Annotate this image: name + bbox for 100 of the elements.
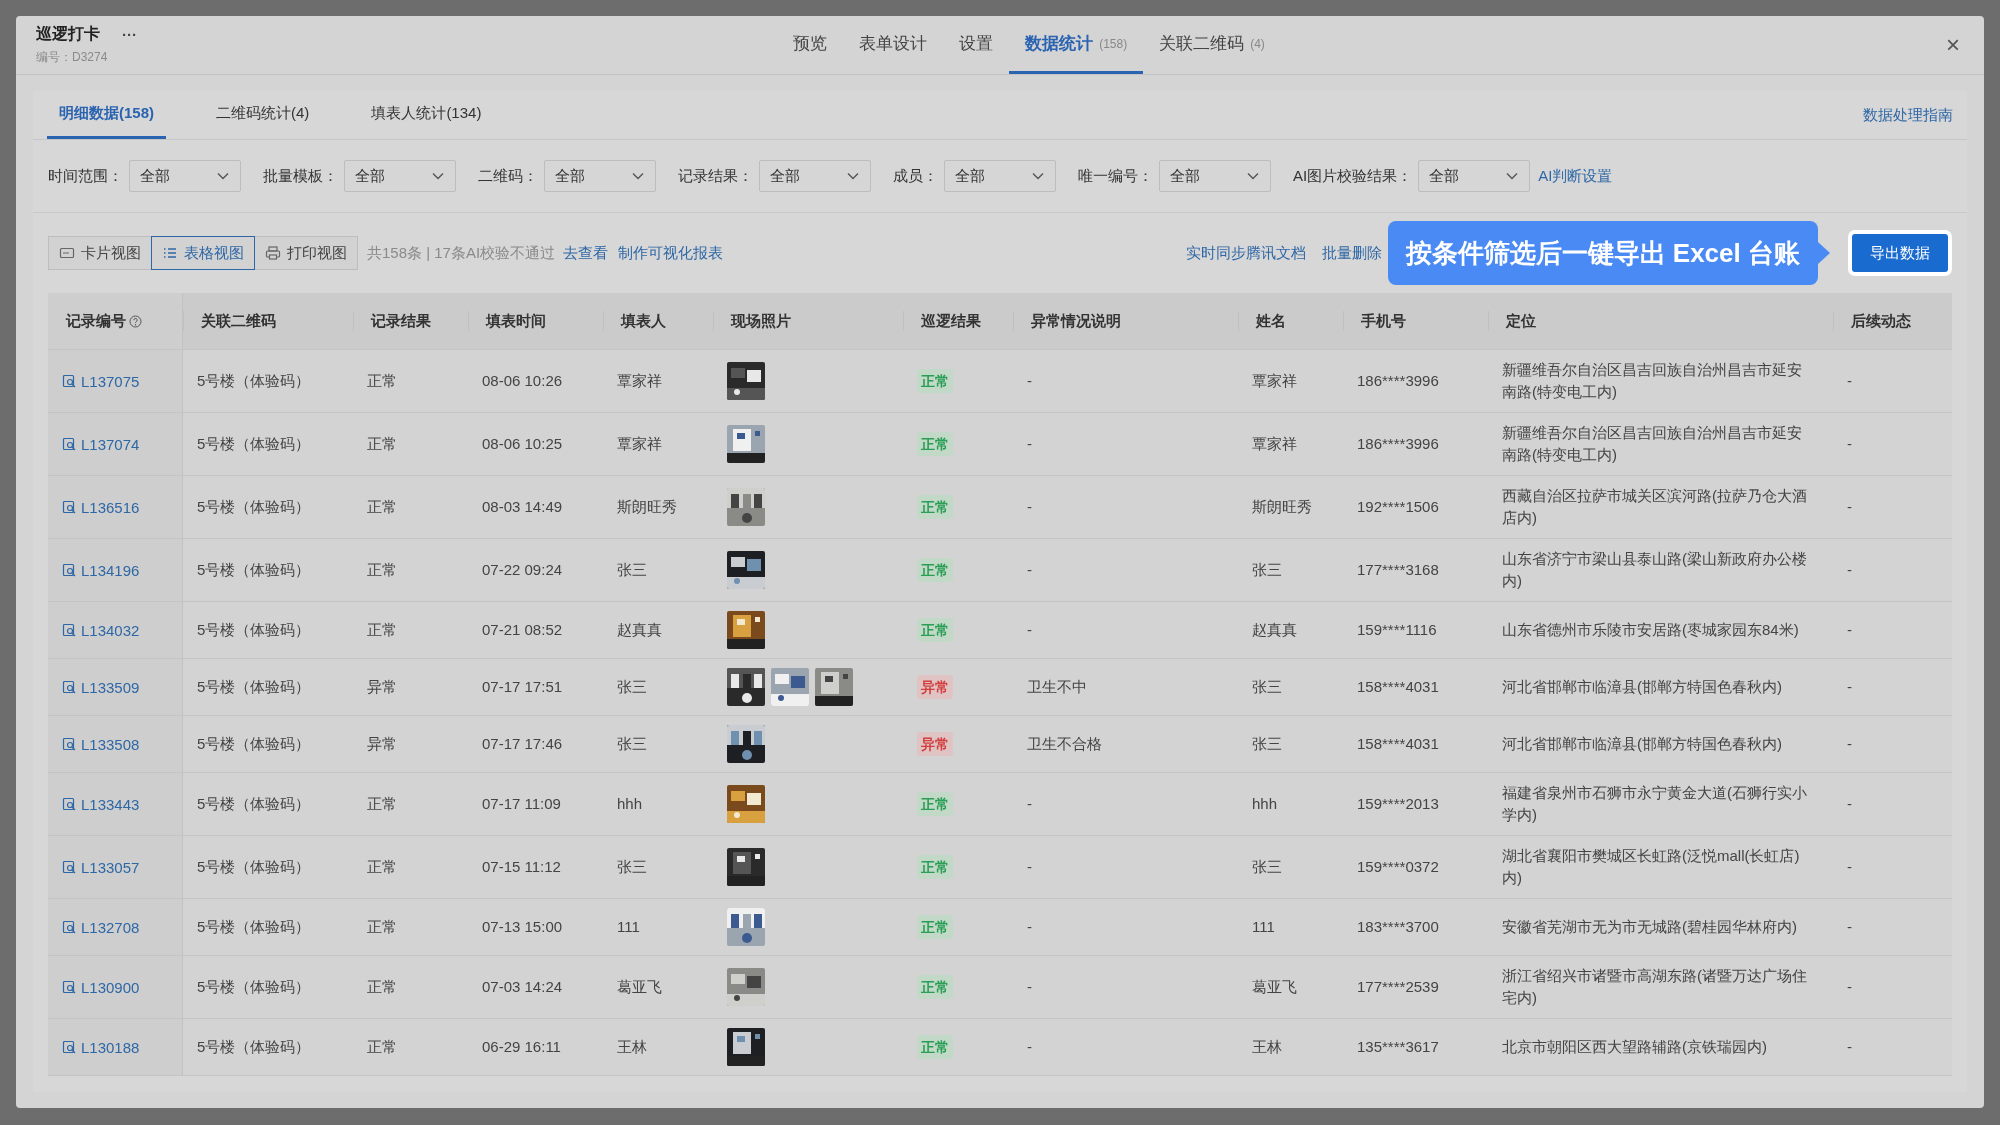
table-cell-text: hhh [617, 794, 643, 814]
record-link[interactable]: L134196 [62, 561, 140, 579]
table-cell-text: - [1847, 1037, 1852, 1057]
nav-tab[interactable]: 预览 [777, 16, 844, 74]
table-cell-text: 07-22 09:24 [482, 560, 563, 580]
view-tab[interactable]: 卡片视图 [48, 236, 152, 270]
filter-dropdown[interactable]: 全部 [1418, 160, 1531, 192]
table-cell-text: 正常 [367, 560, 397, 580]
table-cell-text: - [1847, 620, 1852, 640]
view-tab[interactable]: 表格视图 [151, 236, 255, 270]
table-cell-text: 正常 [367, 917, 397, 937]
table-cell-text: 河北省邯郸市临漳县(邯郸方特国色春秋内) [1502, 677, 1782, 697]
search-document-icon [62, 680, 76, 694]
table-cell-text: 赵真真 [1252, 620, 1297, 640]
record-link[interactable]: L130900 [62, 978, 140, 996]
table-cell-text: 5号楼（体验码） [197, 977, 311, 997]
guide-link[interactable]: 数据处理指南 [1863, 105, 1953, 125]
table-cell-text: 王林 [1252, 1037, 1282, 1057]
search-document-icon [62, 374, 76, 388]
tab-count: (4) [1250, 36, 1265, 51]
sub-tab[interactable]: 二维码统计(4) [204, 91, 322, 139]
action-link[interactable]: 批量删除 [1321, 243, 1382, 263]
table-cell-text: 5号楼（体验码） [197, 857, 311, 877]
table-cell-text: 张三 [1252, 734, 1282, 754]
table-cell-text: 186****3996 [1357, 434, 1439, 454]
table-cell-text: 覃家祥 [1252, 434, 1297, 454]
more-button[interactable]: ··· [122, 26, 137, 43]
record-link[interactable]: L133443 [62, 795, 140, 813]
close-button[interactable]: × [1942, 31, 1964, 59]
table-cell-text: - [1027, 371, 1032, 391]
export-button[interactable]: 导出数据 [1848, 230, 1952, 276]
table-cell-text: 张三 [617, 560, 647, 580]
record-summary: 共158条 | 17条AI校验不通过 [367, 243, 556, 263]
search-document-icon [62, 437, 76, 451]
column-header: 巡逻结果 [903, 293, 1013, 349]
nav-tab[interactable]: 数据统计 (158) [1009, 16, 1144, 74]
record-link[interactable]: L134032 [62, 621, 140, 639]
table-cell-text: - [1027, 1037, 1032, 1057]
action-link[interactable]: 实时同步腾讯文档 [1185, 243, 1306, 263]
filter-dropdown[interactable]: 全部 [129, 160, 241, 192]
column-header: 关联二维码 [183, 293, 353, 349]
table-cell-text: 111 [617, 917, 640, 937]
record-link[interactable]: L133509 [62, 678, 140, 696]
filter-dropdown[interactable]: 全部 [1159, 160, 1271, 192]
status-tag: 正常 [917, 369, 953, 393]
table-cell-text: 浙江省绍兴市诸暨市高湖东路(诸暨万达广场住宅内) [1502, 966, 1808, 1008]
summary-link[interactable]: 制作可视化报表 [618, 243, 724, 263]
column-header: 姓名 [1238, 293, 1343, 349]
status-tag: 正常 [917, 792, 953, 816]
nav-tab[interactable]: 关联二维码 (4) [1143, 16, 1281, 74]
record-link[interactable]: L132708 [62, 918, 140, 936]
sub-tab[interactable]: 填表人统计(134) [359, 91, 494, 139]
view-tab[interactable]: 打印视图 [254, 236, 358, 270]
table-cell-text: - [1027, 434, 1032, 454]
table-cell-text: - [1847, 734, 1852, 754]
record-link[interactable]: L133057 [62, 858, 140, 876]
ai-settings-link[interactable]: AI判断设置 [1538, 166, 1613, 186]
record-link[interactable]: L137075 [62, 372, 140, 390]
table-cell-text: 正常 [367, 794, 397, 814]
table-cell-text: 5号楼（体验码） [197, 434, 311, 454]
sub-tab[interactable]: 明细数据(158) [47, 91, 167, 139]
record-link[interactable]: L133508 [62, 735, 140, 753]
table-cell-text: 159****2013 [1357, 794, 1439, 814]
table-cell-text: - [1027, 560, 1032, 580]
table-cell-text: - [1847, 560, 1852, 580]
filter-dropdown[interactable]: 全部 [344, 160, 456, 192]
filter-dropdown[interactable]: 全部 [544, 160, 656, 192]
record-link[interactable]: L130188 [62, 1038, 140, 1056]
search-document-icon [62, 860, 76, 874]
table-cell-text: 张三 [1252, 560, 1282, 580]
table-cell-text: 王林 [617, 1037, 647, 1057]
table-cell-text: 正常 [367, 371, 397, 391]
filter-dropdown[interactable]: 全部 [759, 160, 871, 192]
table-cell-text: 158****4031 [1357, 734, 1439, 754]
status-tag: 正常 [917, 495, 953, 519]
table-cell-text: 07-17 17:46 [482, 734, 563, 754]
table-cell-text: - [1027, 620, 1032, 640]
filter-dropdown[interactable]: 全部 [944, 160, 1056, 192]
list-icon [162, 245, 178, 261]
record-link[interactable]: L137074 [62, 435, 140, 453]
table-cell-text: 河北省邯郸市临漳县(邯郸方特国色春秋内) [1502, 734, 1782, 754]
table-cell-text: - [1847, 677, 1852, 697]
table-cell-text: 177****2539 [1357, 977, 1439, 997]
table-cell-text: - [1847, 977, 1852, 997]
table-cell-text: 159****1116 [1357, 620, 1437, 640]
column-header: 后续动态 [1833, 293, 1952, 349]
table-cell-text: 5号楼（体验码） [197, 560, 311, 580]
summary-link[interactable]: 去查看 [563, 243, 609, 263]
table-cell-text: 5号楼（体验码） [197, 497, 311, 517]
record-link[interactable]: L136516 [62, 498, 140, 516]
nav-tab[interactable]: 设置 [943, 16, 1010, 74]
table-cell-text: - [1027, 977, 1032, 997]
table-cell-text: 07-21 08:52 [482, 620, 563, 640]
table-cell-text: 07-03 14:24 [482, 977, 563, 997]
search-document-icon [62, 623, 76, 637]
table-cell-text: - [1847, 857, 1852, 877]
table-cell-text: - [1027, 917, 1032, 937]
table-cell-text: 5号楼（体验码） [197, 917, 311, 937]
card-icon [59, 245, 75, 261]
nav-tab[interactable]: 表单设计 [843, 16, 944, 74]
